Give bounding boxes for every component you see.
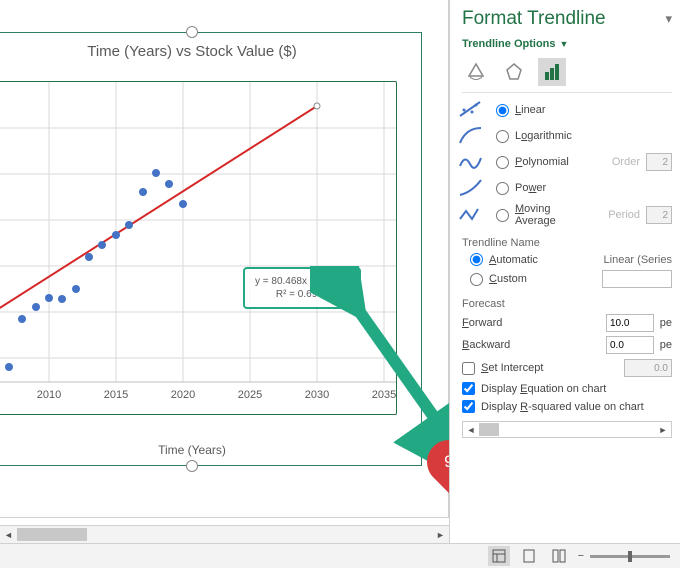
backward-row: Backward pe <box>462 336 672 354</box>
moving-icon <box>458 204 484 226</box>
intercept-input <box>624 359 672 377</box>
radio-linear[interactable] <box>496 104 509 117</box>
radio-moving[interactable] <box>496 209 509 222</box>
chevron-down-icon: ▼ <box>560 39 569 49</box>
custom-name-input[interactable] <box>602 270 672 288</box>
disp-r2-row[interactable]: Display R-squared value on chart <box>462 400 672 413</box>
radio-power[interactable] <box>496 182 509 195</box>
format-pane: Format Trendline ▾ Trendline Options▼ Li… <box>449 0 680 568</box>
radio-custom[interactable] <box>470 273 483 286</box>
forward-row: Forward pe <box>462 314 672 332</box>
radio-poly[interactable] <box>496 156 509 169</box>
svg-text:2035: 2035 <box>372 389 396 401</box>
tab-options-icon[interactable] <box>538 58 566 86</box>
chart-container[interactable]: Time (Years) vs Stock Value ($) 20052010… <box>0 32 422 466</box>
period-label: Period <box>608 209 640 221</box>
svg-text:2030: 2030 <box>305 389 329 401</box>
trendline-equation: y = 80.468x - 160136 <box>255 275 349 288</box>
cb-intercept[interactable] <box>462 362 475 375</box>
pane-hscroll-thumb[interactable] <box>479 423 499 436</box>
svg-text:2025: 2025 <box>238 389 262 401</box>
backward-input[interactable] <box>606 336 654 354</box>
trendline-r2: R² = 0.6945 <box>255 288 349 301</box>
zoom-slider[interactable] <box>590 555 670 558</box>
status-bar: − <box>0 543 680 568</box>
disp-eq-row[interactable]: Display Equation on chart <box>462 382 672 395</box>
svg-text:2010: 2010 <box>37 389 61 401</box>
view-page-icon[interactable] <box>518 546 540 566</box>
zoom-out-icon[interactable]: − <box>578 550 584 562</box>
trendline <box>0 106 317 362</box>
tab-effects-icon[interactable] <box>500 58 528 86</box>
plot-area[interactable]: 20052010 20152020 20252030 2035 <box>0 81 397 415</box>
hscroll-right[interactable]: ► <box>432 526 449 543</box>
intercept-row[interactable]: Set Intercept <box>462 359 672 377</box>
power-icon <box>458 177 484 199</box>
period-input <box>646 206 672 224</box>
trendline-equation-box[interactable]: y = 80.468x - 160136 R² = 0.6945 <box>243 267 361 309</box>
pane-title-row: Format Trendline ▾ <box>462 4 672 36</box>
name-heading: Trendline Name <box>462 237 672 249</box>
pane-hscroll-right[interactable]: ► <box>655 422 671 437</box>
x-axis-label[interactable]: Time (Years) <box>0 443 421 457</box>
log-icon <box>458 125 484 147</box>
forward-input[interactable] <box>606 314 654 332</box>
cb-disp-eq[interactable] <box>462 382 475 395</box>
chart-title[interactable]: Time (Years) vs Stock Value ($) <box>0 33 421 66</box>
opt-linear[interactable]: Linear <box>488 99 672 121</box>
name-custom-row[interactable]: Custom <box>470 270 672 288</box>
tab-fill-icon[interactable] <box>462 58 490 86</box>
pane-hscroll-left[interactable]: ◄ <box>463 422 479 437</box>
hscroll-thumb[interactable] <box>17 528 87 541</box>
pane-tabs <box>462 58 672 86</box>
view-break-icon[interactable] <box>548 546 570 566</box>
hscroll-left[interactable]: ◄ <box>0 526 17 543</box>
pane-hscroll[interactable]: ◄ ► <box>462 421 672 438</box>
pane-close-icon[interactable]: ▾ <box>665 11 672 27</box>
linear-icon <box>458 99 484 121</box>
sheet-hscroll[interactable]: ◄ ► <box>0 525 449 543</box>
radio-auto[interactable] <box>470 253 483 266</box>
cb-disp-r2[interactable] <box>462 400 475 413</box>
order-label: Order <box>612 156 640 168</box>
trendline-handle <box>314 103 320 109</box>
chart-handle-bottom[interactable] <box>186 460 198 472</box>
data-points <box>0 169 187 371</box>
radio-log[interactable] <box>496 130 509 143</box>
zoom-control[interactable]: − <box>578 550 670 562</box>
opt-moving[interactable]: MovingAverage Period <box>488 203 672 227</box>
poly-icon <box>458 151 484 173</box>
opt-log[interactable]: Logarithmic <box>488 125 672 147</box>
view-normal-icon[interactable] <box>488 546 510 566</box>
pane-title: Format Trendline <box>462 8 606 30</box>
chart-area: Time (Years) vs Stock Value ($) 20052010… <box>0 0 449 518</box>
name-auto-row[interactable]: Automatic Linear (Series <box>470 253 672 266</box>
chart-handle-top[interactable] <box>186 26 198 38</box>
forecast-heading: Forecast <box>462 298 672 310</box>
svg-text:2015: 2015 <box>104 389 128 401</box>
chart-svg: 20052010 20152020 20252030 2035 <box>0 82 396 414</box>
opt-poly[interactable]: Polynomial Order <box>488 151 672 173</box>
order-input <box>646 153 672 171</box>
hscroll-track[interactable] <box>17 526 432 543</box>
svg-text:2020: 2020 <box>171 389 195 401</box>
opt-power[interactable]: Power <box>488 177 672 199</box>
pane-subhead[interactable]: Trendline Options▼ <box>462 36 672 58</box>
auto-name-val: Linear (Series <box>604 254 672 266</box>
